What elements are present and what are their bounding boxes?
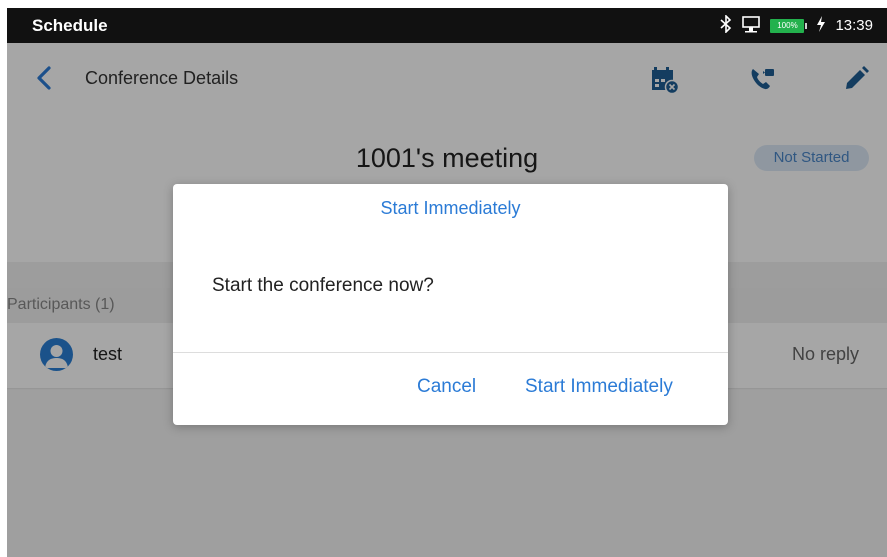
status-bar-title: Schedule [32,16,108,35]
device-screen: Schedule 100% 13:39 Conference Details 1… [7,8,887,557]
dialog-divider [173,352,728,353]
confirm-dialog: Start Immediately Start the conference n… [173,184,728,425]
dialog-message: Start the conference now? [212,275,434,296]
bluetooth-icon [720,13,732,37]
battery-level: 100% [770,18,805,33]
start-immediately-button[interactable]: Start Immediately [525,376,673,398]
clock: 13:39 [835,17,873,34]
battery-icon: 100% [770,18,808,33]
status-bar: Schedule 100% 13:39 [7,8,887,43]
dialog-title: Start Immediately [380,198,521,218]
charging-icon [816,15,826,36]
cancel-button[interactable]: Cancel [417,376,476,398]
status-indicators: 100% 13:39 [720,8,873,43]
network-icon [741,15,761,37]
